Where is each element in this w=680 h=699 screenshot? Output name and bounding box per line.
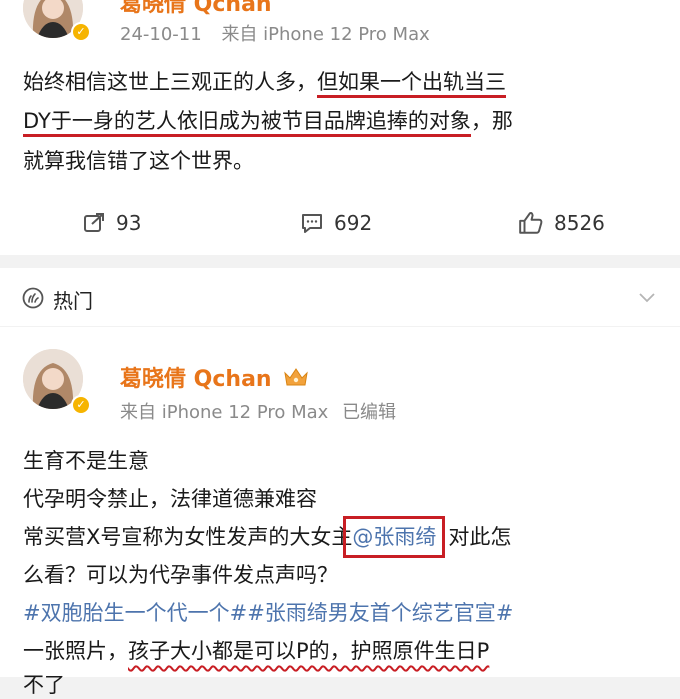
comment-count: 692: [334, 211, 373, 235]
post2-line-6-wavy: 孩子大小都是可以P的，护照原件生日P: [128, 639, 490, 663]
post2-username-text: 葛晓倩 Qchan: [120, 367, 272, 392]
verified-badge: ✓: [71, 22, 91, 42]
post1-text-line-3: 就算我信错了这个世界。: [23, 149, 254, 173]
post1-text-line-2: DY于一身的艺人依旧成为被节目品牌追捧的对象，那: [23, 105, 513, 137]
post1-date: 24-10-11: [120, 24, 202, 45]
post2-edited: 已编辑: [342, 402, 397, 423]
post2-line-1: 生育不是生意: [23, 449, 149, 473]
post2-line-6: 一张照片，孩子大小都是可以P的，护照原件生日P: [23, 635, 489, 665]
topic-link-2[interactable]: #张雨绮男友首个综艺官宣#: [247, 601, 513, 625]
like-button[interactable]: 8526: [518, 205, 605, 241]
repost-button[interactable]: 93: [82, 205, 141, 241]
hot-icon: [22, 287, 44, 309]
verified-badge: ✓: [71, 395, 91, 415]
topic-link-1[interactable]: #双胞胎生一个代一个#: [23, 601, 247, 625]
post2-line-4: 么看？可以为代孕事件发点声吗？: [23, 563, 338, 587]
hot-label: 热门: [53, 289, 93, 313]
post2-username[interactable]: 葛晓倩 Qchan: [120, 361, 309, 393]
post2-meta: 来自 iPhone 12 Pro Max 已编辑: [120, 398, 396, 424]
post2-source: 来自 iPhone 12 Pro Max: [120, 402, 329, 423]
like-icon: [519, 212, 543, 234]
post2-topics: #双胞胎生一个代一个##张雨绮男友首个综艺官宣#: [23, 597, 513, 627]
comment-icon: [302, 214, 322, 233]
post1-text-a: 始终相信这世上三观正的人多，: [23, 70, 317, 94]
hot-section-header[interactable]: 热门: [0, 268, 680, 326]
post1-text-d: ，那: [470, 109, 513, 133]
post2-line-2: 代孕明令禁止，法律道德兼难容: [23, 487, 317, 511]
post2-line-6-pre: 一张照片，: [23, 639, 128, 663]
post1-username[interactable]: 葛晓倩 Qchan: [120, 0, 272, 18]
post1-text-c-underlined: DY于一身的艺人依旧成为被节目品牌追捧的对象: [23, 109, 471, 137]
mention-link[interactable]: @张雨绮: [343, 516, 446, 558]
post2-line-3-pre: 常买营X号宣称为女性发声的大女主: [23, 525, 353, 549]
post2-line-3-post: 对此怎: [448, 525, 512, 549]
post1-source: 来自 iPhone 12 Pro Max: [221, 24, 430, 45]
post1-meta: 24-10-11 来自 iPhone 12 Pro Max: [120, 20, 430, 46]
like-count: 8526: [554, 211, 605, 235]
weibo-post-1: ✓ 葛晓倩 Qchan 24-10-11 来自 iPhone 12 Pro Ma…: [0, 0, 680, 255]
repost-count: 93: [116, 211, 142, 235]
comment-button[interactable]: 692: [300, 205, 372, 241]
weibo-post-2: ✓ 葛晓倩 Qchan 来自 iPhone 12 Pro Max 已编辑 生育不…: [0, 327, 680, 697]
crown-badge-icon: [284, 368, 308, 386]
repost-icon: [84, 213, 104, 232]
post2-line-3: 常买营X号宣称为女性发声的大女主@张雨绮 对此怎: [23, 516, 512, 558]
chevron-down-icon[interactable]: [636, 286, 658, 308]
post2-line-7-partial: 不了: [23, 673, 65, 697]
post1-text-line-1: 始终相信这世上三观正的人多，但如果一个出轨当三: [23, 66, 506, 98]
post1-text-b-underlined: 但如果一个出轨当三: [317, 70, 506, 98]
